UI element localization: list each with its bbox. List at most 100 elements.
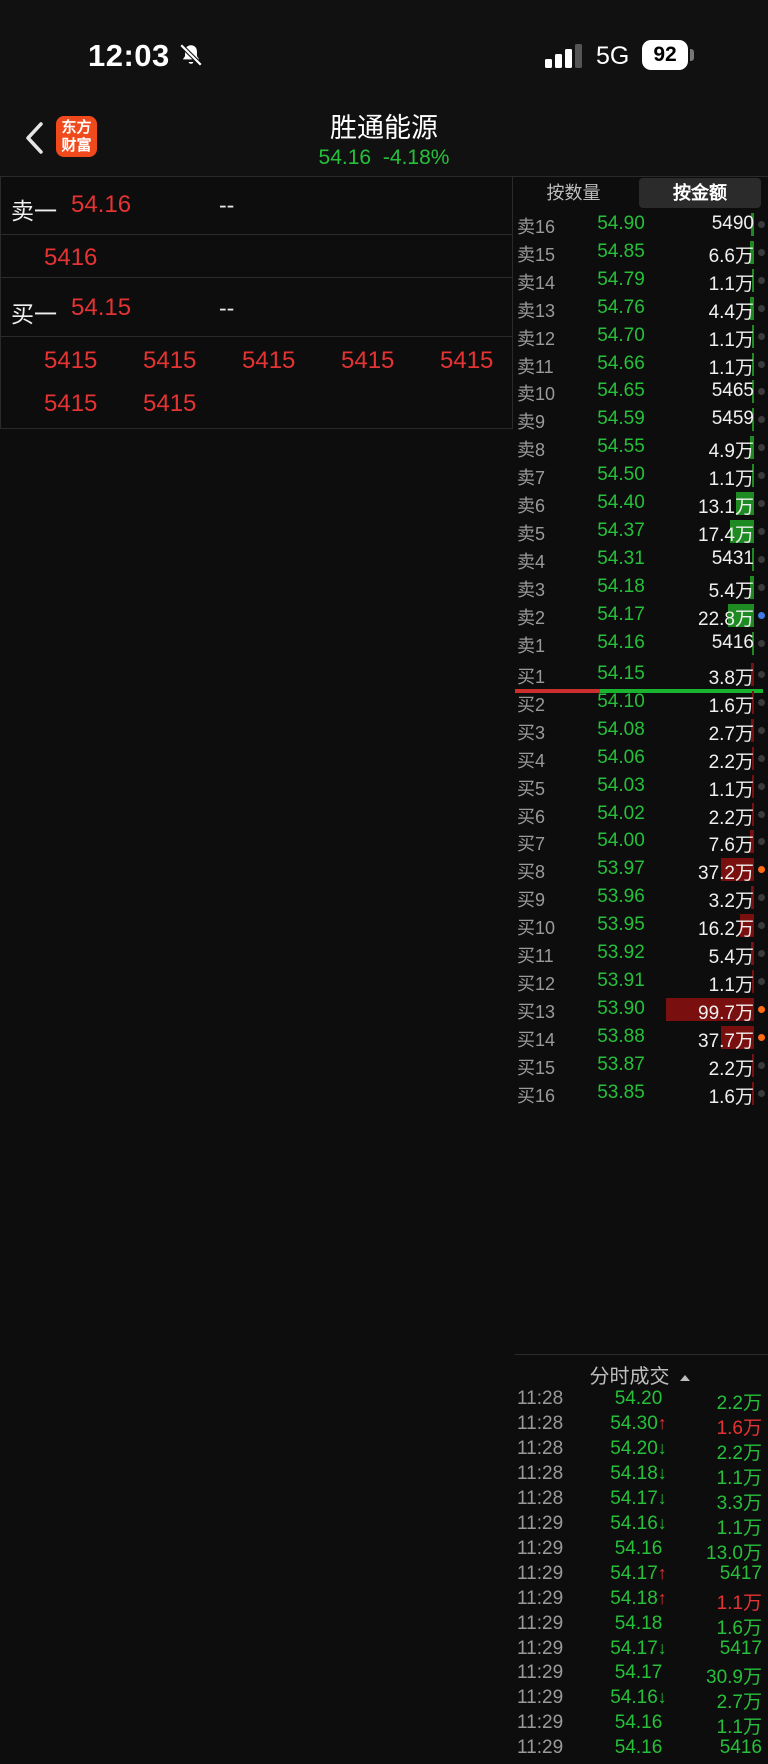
ask-row[interactable]: 卖11 54.66 1.1万 (511, 350, 768, 380)
trade-row: 11:28 54.30↑ 1.6万 (511, 1413, 768, 1440)
sell1-label: 卖一 (11, 198, 57, 224)
bid-row[interactable]: 买7 54.00 7.6万 (511, 827, 768, 857)
battery-tip (690, 49, 694, 61)
order-marker-dot-icon (758, 782, 765, 790)
buy1-row[interactable]: 买一 54.15 -- (1, 278, 512, 337)
trade-price-value: 54.16 (614, 1537, 663, 1559)
trade-price: 54.16 (571, 1538, 706, 1560)
ask-price: 54.17 (597, 603, 645, 625)
bid-amount: 2.2万 (708, 807, 754, 829)
bid-price: 54.08 (597, 718, 645, 740)
bid-row[interactable]: 买1 54.15 3.8万 (511, 660, 768, 690)
bid-row[interactable]: 买3 54.08 2.7万 (511, 716, 768, 746)
bid-amount: 1.1万 (708, 974, 754, 996)
ask-level-label: 卖11 (517, 356, 554, 377)
order-marker-dot-icon (758, 1089, 765, 1097)
order-marker-dot-icon (758, 555, 765, 563)
bid-row[interactable]: 买11 53.92 5.4万 (511, 939, 768, 969)
sell1-row[interactable]: 卖一 54.16 -- (1, 176, 512, 235)
bid-amount: 2.2万 (708, 1058, 754, 1080)
ask-row[interactable]: 卖9 54.59 5459 (511, 405, 768, 435)
ask-row[interactable]: 卖4 54.31 5431 (511, 545, 768, 575)
bid-row[interactable]: 买9 53.96 3.2万 (511, 883, 768, 913)
bid-price: 53.85 (597, 1081, 645, 1103)
tab-by-quantity[interactable]: 按数量 (511, 178, 636, 208)
trade-price: 54.20 (571, 1388, 706, 1410)
order-marker-dot-icon (758, 360, 765, 368)
bid-row[interactable]: 买15 53.87 2.2万 (511, 1051, 768, 1081)
buy1-queue-item: 5415 (242, 347, 296, 374)
sell1-price: 54.16 (71, 191, 132, 218)
bid-row[interactable]: 买12 53.91 1.1万 (511, 967, 768, 997)
ask-row[interactable]: 卖7 54.50 1.1万 (511, 461, 768, 491)
ask-amount: 5465 (711, 380, 754, 402)
ask-amount: 5431 (711, 547, 754, 569)
trade-row: 11:28 54.20 2.2万 (511, 1388, 768, 1415)
trade-price: 54.30↑ (571, 1413, 706, 1435)
trade-row: 11:29 54.16 5416 (511, 1737, 768, 1764)
order-marker-dot-icon (758, 583, 765, 591)
ask-level-label: 卖4 (517, 551, 546, 572)
tab-by-amount[interactable]: 按金额 (639, 178, 761, 208)
trade-row: 11:29 54.17↑ 5417 (511, 1563, 768, 1590)
bid-level-label: 买2 (517, 694, 546, 715)
ask-row[interactable]: 卖15 54.85 6.6万 (511, 238, 768, 268)
trade-price-value: 54.16 (610, 1512, 658, 1534)
order-marker-dot-icon (758, 838, 765, 846)
bid-row[interactable]: 买5 54.03 1.1万 (511, 772, 768, 802)
trade-time: 11:29 (517, 1537, 564, 1559)
buy1-queue-item: 5415 (44, 347, 98, 374)
ask-row[interactable]: 卖12 54.70 1.1万 (511, 322, 768, 352)
trade-row: 11:29 54.16↓ 2.7万 (511, 1687, 768, 1714)
order-marker-dot-icon (758, 1033, 765, 1041)
trade-time: 11:29 (517, 1687, 564, 1709)
bid-row[interactable]: 买13 53.90 99.7万 (511, 995, 768, 1025)
ask-row[interactable]: 卖6 54.40 13.1万 (511, 489, 768, 519)
bid-amount: 7.6万 (708, 835, 754, 857)
ask-row[interactable]: 卖1 54.16 5416 (511, 629, 768, 659)
trade-price-value: 54.17 (610, 1637, 658, 1659)
bid-row[interactable]: 买2 54.10 1.6万 (511, 688, 768, 718)
stock-quote: 54.16 -4.18% (0, 146, 768, 170)
bid-row[interactable]: 买8 53.97 37.2万 (511, 855, 768, 885)
cellular-signal-icon (545, 44, 582, 68)
trade-time: 11:29 (517, 1512, 564, 1534)
trade-volume: 2.2万 (716, 1393, 762, 1414)
arrow-up-icon: ↑ (657, 1587, 667, 1608)
ask-row[interactable]: 卖3 54.18 5.4万 (511, 573, 768, 603)
ask-row[interactable]: 卖13 54.76 4.4万 (511, 294, 768, 324)
buy1-queue-item: 5415 (341, 347, 395, 374)
stock-header: 东方 财富 胜通能源 54.16 -4.18% (0, 100, 768, 177)
ask-price: 54.50 (597, 464, 645, 486)
trade-row: 11:29 54.18 1.6万 (511, 1613, 768, 1640)
bid-row[interactable]: 买14 53.88 37.7万 (511, 1023, 768, 1053)
bid-row[interactable]: 买6 54.02 2.2万 (511, 800, 768, 830)
bid-price: 53.87 (597, 1053, 645, 1075)
bid-row[interactable]: 买4 54.06 2.2万 (511, 744, 768, 774)
ask-row[interactable]: 卖2 54.17 22.8万 (511, 601, 768, 631)
ask-row[interactable]: 卖14 54.79 1.1万 (511, 266, 768, 296)
bid-level-label: 买9 (517, 890, 546, 911)
trade-volume: 30.9万 (706, 1667, 762, 1689)
ask-amount: 5.4万 (708, 580, 754, 602)
ask-row[interactable]: 卖5 54.37 17.4万 (511, 517, 768, 547)
order-marker-dot-icon (758, 416, 765, 424)
ask-level-label: 卖6 (517, 496, 546, 516)
ask-row[interactable]: 卖10 54.65 5465 (511, 377, 768, 407)
arrow-up-icon: ↑ (657, 1412, 667, 1433)
ask-row[interactable]: 卖8 54.55 4.9万 (511, 433, 768, 463)
order-marker-dot-icon (758, 1061, 765, 1069)
trades-title: 分时成交 (589, 1366, 670, 1388)
ask-level-label: 卖14 (517, 272, 556, 293)
trade-volume: 1.1万 (716, 1467, 762, 1489)
bid-row[interactable]: 买16 53.85 1.6万 (511, 1079, 768, 1109)
ask-level-label: 卖2 (517, 607, 546, 628)
trade-volume: 1.1万 (716, 1592, 762, 1614)
ask-row[interactable]: 卖16 54.90 5490 (511, 210, 768, 240)
bid-amount: 37.7万 (698, 1030, 754, 1052)
trade-price-value: 54.18 (610, 1587, 658, 1609)
trade-price-value: 54.18 (614, 1612, 663, 1634)
bid-row[interactable]: 买10 53.95 16.2万 (511, 911, 768, 941)
trades-header[interactable]: 分时成交 (511, 1360, 768, 1389)
bid-price: 54.06 (597, 746, 645, 768)
